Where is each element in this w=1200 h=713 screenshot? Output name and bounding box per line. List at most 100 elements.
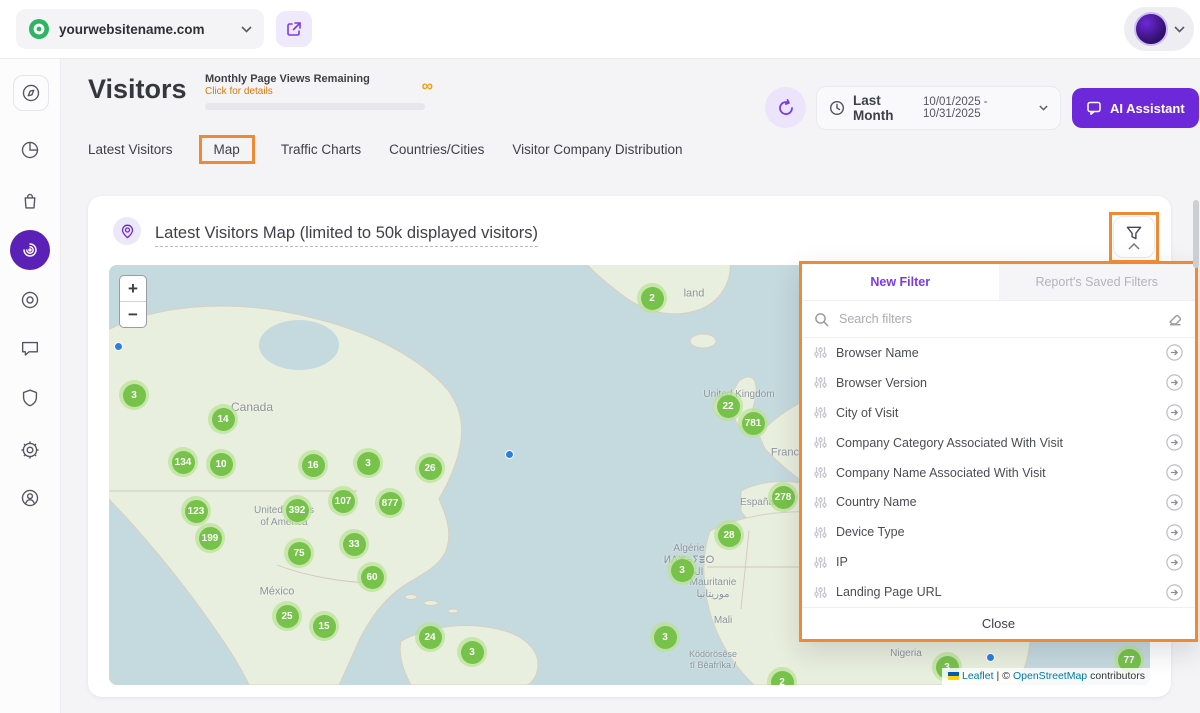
arrow-right-circle-icon[interactable]: [1166, 554, 1183, 571]
cluster-marker[interactable]: 278: [768, 482, 798, 512]
openstreetmap-link[interactable]: OpenStreetMap: [1013, 670, 1087, 682]
filter-item[interactable]: Browser Version: [802, 368, 1195, 398]
filter-search-bar: [802, 301, 1195, 338]
cluster-marker[interactable]: 14: [208, 404, 238, 434]
cluster-marker[interactable]: 3: [457, 637, 487, 667]
visitors-icon[interactable]: [10, 230, 50, 270]
filter-tab-new[interactable]: New Filter: [802, 264, 999, 300]
filter-item[interactable]: IP: [802, 547, 1195, 577]
filter-search-input[interactable]: [837, 311, 1159, 327]
map-filter-button[interactable]: [1113, 216, 1155, 258]
cluster-count: 392: [286, 499, 309, 522]
arrow-right-circle-icon[interactable]: [1166, 584, 1183, 601]
cluster-marker[interactable]: 107: [328, 486, 358, 516]
filter-item[interactable]: Device Type: [802, 517, 1195, 547]
zoom-out-button[interactable]: −: [120, 301, 146, 327]
arrow-right-circle-icon[interactable]: [1166, 524, 1183, 541]
cluster-marker[interactable]: 392: [282, 495, 312, 525]
cluster-marker[interactable]: 123: [181, 496, 211, 526]
chat-icon[interactable]: [10, 329, 50, 369]
cluster-marker[interactable]: 2: [637, 283, 667, 313]
filter-panel-tabs: New Filter Report's Saved Filters: [802, 264, 1195, 301]
cluster-count: 2: [641, 287, 664, 310]
open-website-button[interactable]: [276, 11, 312, 47]
tab-visitor-company-distribution[interactable]: Visitor Company Distribution: [512, 138, 682, 161]
filter-tab-saved[interactable]: Report's Saved Filters: [999, 264, 1196, 300]
visitor-dot: [505, 450, 514, 459]
filter-item-label: Browser Name: [836, 346, 1157, 360]
arrow-right-circle-icon[interactable]: [1166, 344, 1183, 361]
cluster-marker[interactable]: 26: [415, 453, 445, 483]
external-link-icon: [286, 21, 302, 37]
visitor-dot: [986, 653, 995, 662]
arrow-right-circle-icon[interactable]: [1166, 374, 1183, 391]
target-icon[interactable]: [10, 280, 50, 320]
filter-item[interactable]: Browser Name: [802, 338, 1195, 368]
ai-assistant-button[interactable]: AI Assistant: [1072, 88, 1199, 128]
filter-close-button[interactable]: Close: [802, 607, 1195, 639]
leaflet-link[interactable]: Leaflet: [962, 670, 994, 682]
pageviews-progressbar: [205, 103, 425, 110]
pageviews-label: Monthly Page Views Remaining: [205, 73, 433, 85]
filter-item[interactable]: Company Name Associated With Visit: [802, 458, 1195, 488]
cluster-marker[interactable]: 25: [272, 601, 302, 631]
sidebar: [0, 58, 61, 713]
tab-countries-cities[interactable]: Countries/Cities: [389, 138, 484, 161]
arrow-right-circle-icon[interactable]: [1166, 494, 1183, 511]
shield-icon[interactable]: [10, 378, 50, 418]
ai-assistant-label: AI Assistant: [1110, 101, 1185, 116]
cluster-marker[interactable]: 15: [309, 611, 339, 641]
cluster-count: 2: [771, 671, 794, 686]
cluster-marker[interactable]: 3: [667, 555, 697, 585]
eraser-icon[interactable]: [1167, 311, 1183, 327]
filter-item[interactable]: Landing Page URL: [802, 577, 1195, 607]
tab-traffic-charts[interactable]: Traffic Charts: [281, 138, 361, 161]
pageviews-details-link[interactable]: Click for details: [205, 86, 433, 97]
cluster-count: 60: [361, 566, 384, 589]
cluster-count: 107: [332, 490, 355, 513]
zoom-in-button[interactable]: +: [120, 276, 146, 301]
person-pin-icon[interactable]: [10, 478, 50, 518]
filter-item[interactable]: Company Category Associated With Visit: [802, 428, 1195, 458]
filter-item-label: Company Category Associated With Visit: [836, 436, 1157, 450]
filter-item[interactable]: City of Visit: [802, 398, 1195, 428]
arrow-right-circle-icon[interactable]: [1166, 404, 1183, 421]
cluster-marker[interactable]: 60: [357, 562, 387, 592]
cluster-marker[interactable]: 75: [284, 538, 314, 568]
page-scrollbar[interactable]: [1193, 200, 1199, 268]
cluster-marker[interactable]: 10: [206, 449, 236, 479]
refresh-button[interactable]: [765, 87, 806, 128]
date-range-picker[interactable]: Last Month 10/01/2025 - 10/31/2025: [816, 86, 1061, 130]
pie-chart-icon[interactable]: [10, 130, 50, 170]
cluster-count: 75: [288, 542, 311, 565]
cluster-marker[interactable]: 2: [767, 667, 797, 685]
attribution-suffix: contributors: [1090, 670, 1145, 682]
cluster-count: 24: [419, 626, 442, 649]
account-menu[interactable]: [1124, 7, 1194, 51]
shopping-bag-icon[interactable]: [10, 181, 50, 221]
cluster-marker[interactable]: 24: [415, 622, 445, 652]
website-selector[interactable]: yourwebsitename.com: [16, 9, 264, 49]
cluster-count: 33: [343, 533, 366, 556]
cluster-marker[interactable]: 16: [298, 450, 328, 480]
cluster-marker[interactable]: 33: [339, 529, 369, 559]
cluster-count: 22: [717, 395, 740, 418]
compass-icon[interactable]: [13, 75, 49, 111]
cluster-count: 123: [185, 500, 208, 523]
filter-item[interactable]: Country Name: [802, 487, 1195, 517]
cluster-count: 14: [212, 408, 235, 431]
tab-latest-visitors[interactable]: Latest Visitors: [88, 138, 173, 161]
cluster-marker[interactable]: 28: [714, 520, 744, 550]
tab-map[interactable]: Map: [199, 135, 255, 164]
cluster-marker[interactable]: 3: [119, 380, 149, 410]
cluster-marker[interactable]: 3: [353, 448, 383, 478]
cluster-marker[interactable]: 134: [168, 447, 198, 477]
gear-icon[interactable]: [10, 430, 50, 470]
cluster-marker[interactable]: 199: [195, 523, 225, 553]
arrow-right-circle-icon[interactable]: [1166, 464, 1183, 481]
cluster-marker[interactable]: 877: [375, 488, 405, 518]
cluster-marker[interactable]: 3: [650, 622, 680, 652]
cluster-marker[interactable]: 781: [738, 408, 768, 438]
arrow-right-circle-icon[interactable]: [1166, 434, 1183, 451]
chevron-up-icon: [1128, 243, 1140, 250]
